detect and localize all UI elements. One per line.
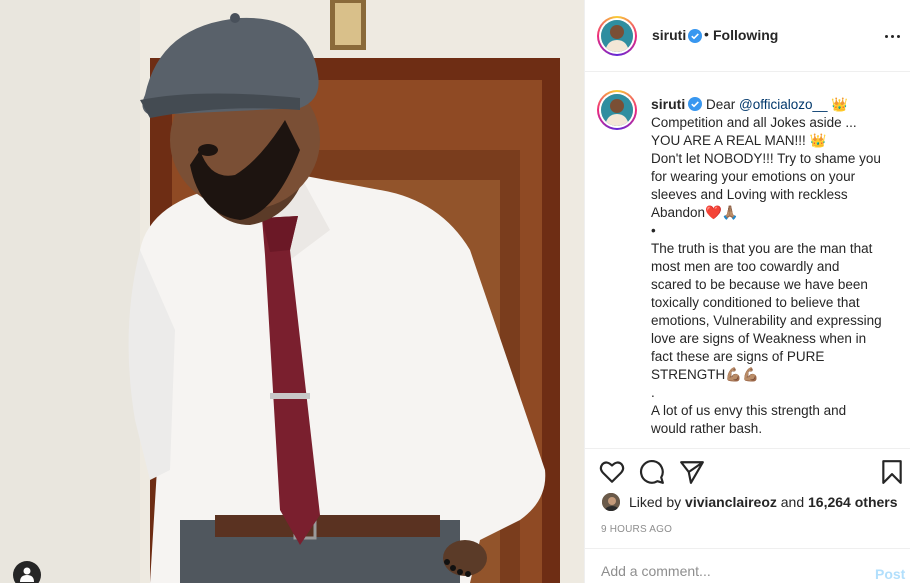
post-timestamp[interactable]: 9 HOURS AGO bbox=[601, 524, 672, 535]
profile-avatar[interactable] bbox=[597, 16, 637, 56]
paper-plane-icon[interactable] bbox=[679, 459, 705, 485]
caption-line: Don't let NOBODY!!! Try to shame you bbox=[651, 151, 881, 166]
caption-text: siruti Dear @officialozo__ 👑 Competition… bbox=[651, 95, 896, 438]
caption-line: sleeves and Loving with reckless bbox=[651, 187, 848, 202]
caption-line: YOU ARE A REAL MAN!!! 👑 bbox=[651, 133, 827, 148]
comment-form: Post bbox=[585, 548, 910, 583]
caption-avatar[interactable] bbox=[597, 90, 637, 130]
caption-line: STRENGTH💪🏽💪🏽 bbox=[651, 367, 759, 382]
comment-icon[interactable] bbox=[639, 459, 665, 485]
avatar-image bbox=[601, 20, 633, 52]
following-button[interactable]: Following bbox=[713, 27, 778, 43]
post-image bbox=[0, 0, 584, 583]
liker-username[interactable]: vivianclaireoz bbox=[685, 494, 777, 510]
post-comment-button[interactable]: Post bbox=[875, 566, 905, 582]
caption-line-1: siruti Dear @officialozo__ 👑 bbox=[651, 95, 896, 114]
caption-line: emotions, Vulnerability and expressing bbox=[651, 313, 882, 328]
verified-badge-icon bbox=[688, 29, 702, 43]
heart-icon[interactable] bbox=[599, 459, 625, 485]
likes-count[interactable]: 16,264 others bbox=[808, 494, 898, 510]
likes-prefix: Liked by bbox=[629, 494, 682, 510]
tagged-users-button[interactable] bbox=[13, 561, 41, 583]
caption-line: fact these are signs of PURE bbox=[651, 349, 825, 364]
caption-line: scared to be because we have been bbox=[651, 277, 868, 292]
caption-line: Competition and all Jokes aside ... bbox=[651, 115, 857, 130]
caption-line: toxically conditioned to believe that bbox=[651, 295, 860, 310]
post-photo[interactable] bbox=[0, 0, 584, 583]
more-options-icon[interactable] bbox=[881, 26, 905, 46]
mention-link[interactable]: @officialozo__ bbox=[739, 97, 828, 112]
caption-line: Abandon❤️🙏🏽 bbox=[651, 205, 739, 220]
caption-line: Dear @officialozo__ 👑 bbox=[706, 97, 849, 112]
bookmark-icon[interactable] bbox=[879, 459, 905, 485]
person-icon bbox=[20, 567, 34, 582]
verified-badge-icon bbox=[688, 97, 703, 111]
avatar-image bbox=[601, 94, 633, 126]
likes-summary: Liked by vivianclaireoz and 16,264 other… bbox=[601, 491, 898, 513]
caption-line: A lot of us envy this strength and bbox=[651, 403, 847, 418]
liker-avatar[interactable] bbox=[601, 492, 621, 512]
header-separator: • bbox=[704, 26, 709, 42]
caption-line: for wearing your emotions on your bbox=[651, 169, 856, 184]
caption-line: love are signs of Weakness when in bbox=[651, 331, 867, 346]
likes-middle: and bbox=[780, 494, 805, 510]
caption-line: . bbox=[651, 385, 655, 400]
caption-line: The truth is that you are the man that bbox=[651, 241, 873, 256]
post-actions-bar bbox=[585, 448, 910, 492]
comment-input[interactable] bbox=[601, 563, 851, 579]
caption-line: would rather bash. bbox=[651, 421, 763, 436]
avatar-image bbox=[602, 493, 620, 511]
caption-username[interactable]: siruti bbox=[651, 96, 685, 112]
caption-line: • bbox=[651, 223, 656, 238]
caption-line: most men are too cowardly and bbox=[651, 259, 840, 274]
post-header: siruti • Following bbox=[585, 0, 910, 72]
caption-scroll-area[interactable]: siruti Dear @officialozo__ 👑 Competition… bbox=[585, 73, 910, 447]
post-side-panel: siruti • Following siruti Dear @official… bbox=[584, 0, 910, 583]
author-username[interactable]: siruti bbox=[652, 27, 686, 43]
